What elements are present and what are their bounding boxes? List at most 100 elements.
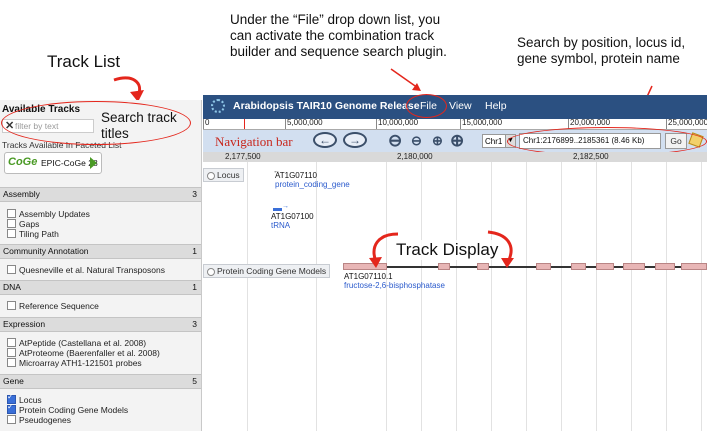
category-gene[interactable]: Gene 5 [0,374,201,389]
track-label-locus[interactable]: Locus [203,168,244,182]
trna-feature[interactable] [273,208,282,211]
checkbox[interactable] [7,358,16,367]
track-item-tiling-path[interactable]: Tiling Path [7,229,59,239]
gridline [491,162,492,431]
category-count: 5 [192,376,197,386]
menu-view[interactable]: View [449,100,472,112]
zoom-in-icon[interactable]: ⊕ [432,133,443,149]
coge-button[interactable]: CoGe EPIC-CoGe 28 [4,152,102,174]
checkbox[interactable] [7,338,16,347]
detail-tick-label: 2,177,500 [225,152,261,161]
checkbox[interactable] [7,219,16,228]
gene-model-exon[interactable] [438,263,450,270]
category-name: Assembly [3,189,40,199]
track-display-left-arrow [369,232,399,268]
track-item-protein-coding-gene-models[interactable]: Protein Coding Gene Models [7,402,128,415]
menu-help[interactable]: Help [485,100,507,112]
ruler-tick [666,119,667,129]
gridline [631,162,632,431]
track-item-microarray[interactable]: Microarray ATH1-121501 probes [7,358,142,368]
gridline [561,162,562,431]
feature-name[interactable]: AT1G07110.1 [344,272,393,281]
category-name: Expression [3,319,46,329]
detail-tick-label: 2,182,500 [573,152,609,161]
overview-tick-label: 10,000,000 [378,118,419,127]
category-count: 3 [192,319,197,329]
gene-model-exon[interactable] [596,263,614,270]
track-item-atproteome[interactable]: AtProteome (Baerenfaller et al. 2008) [7,348,160,358]
feature-description: tRNA [271,221,291,230]
gene-model-exon[interactable] [536,263,551,270]
gridline [666,162,667,431]
file-menu-highlight [406,94,447,118]
ruler-tick [203,119,204,129]
feature-description: protein_coding_gene [275,180,350,189]
category-count: 3 [192,189,197,199]
detail-tick-label: 2,180,000 [397,152,433,161]
track-display-annotation: Track Display [396,240,499,260]
gridline [526,162,527,431]
category-name: Gene [3,376,24,386]
track-item-gaps[interactable]: Gaps [7,219,39,229]
category-count: 1 [192,246,197,256]
checkbox[interactable] [7,209,16,218]
feature-name[interactable]: AT1G07110 [275,171,317,180]
file-menu-annotation: Under the “File” drop down list, you can… [230,12,447,59]
gene-model-exon[interactable] [623,263,645,270]
track-list-panel: Available Tracks ✕ filter by text Tracks… [0,100,202,431]
zoom-in-big-icon[interactable]: ⊕ [450,131,464,151]
category-count: 1 [192,282,197,292]
track-label-protein-coding[interactable]: Protein Coding Gene Models [203,264,331,278]
track-item-atpeptide[interactable]: AtPeptide (Castellana et al. 2008) [7,338,146,348]
category-name: Community Annotation [3,246,89,256]
file-menu-arrow [390,68,421,91]
zoom-out-icon[interactable]: ⊖ [411,133,422,149]
jbrowse-logo-icon [211,99,225,113]
track-item-pseudogenes[interactable]: Pseudogenes [7,415,71,425]
track-item-transposons[interactable]: Quesneville et al. Natural Transposons [7,265,165,275]
ruler-tick [285,119,286,129]
pan-right-button[interactable]: → [343,132,367,148]
track-display-right-arrow [487,230,514,268]
category-community-annotation[interactable]: Community Annotation 1 [0,244,201,259]
overview-tick-label: 25,000,000 [668,118,707,127]
gridline [316,162,317,431]
feature-name[interactable]: AT1G07100 [271,212,314,221]
ruler-tick [460,119,461,129]
overview-tick-label: 20,000,000 [570,118,611,127]
gene-model-exon[interactable] [681,263,707,270]
checkbox[interactable] [7,415,16,424]
overview-tick-label: 5,000,000 [287,118,323,127]
gene-model-exon[interactable] [571,263,586,270]
category-dna[interactable]: DNA 1 [0,280,201,295]
track-display[interactable]: Locus ← AT1G07110 protein_coding_gene → … [203,162,707,431]
navigation-bar-annotation: Navigation bar [215,134,293,149]
checkbox[interactable] [7,348,16,357]
gridline [596,162,597,431]
gene-model-exon[interactable] [655,263,675,270]
category-assembly[interactable]: Assembly 3 [0,187,201,202]
gridline [456,162,457,431]
coge-logo: CoGe [8,156,38,168]
category-expression[interactable]: Expression 3 [0,317,201,332]
overview-position-marker[interactable] [244,119,245,129]
gridline [386,162,387,431]
checkbox[interactable] [7,265,16,274]
checkbox[interactable] [7,229,16,238]
zoom-out-big-icon[interactable]: ⊖ [388,131,402,151]
ruler-tick [376,119,377,129]
feature-description: fructose-2,6-bisphosphatase [344,281,445,290]
strand-arrow-icon: → [282,203,289,210]
menu-bar: Arabidopsis TAIR10 Genome Release File V… [203,95,707,119]
search-annotation: Search by position, locus id, gene symbo… [517,35,686,66]
overview-tick-label: 15,000,000 [462,118,503,127]
track-item-assembly-updates[interactable]: Assembly Updates [7,209,90,219]
checkbox[interactable] [7,301,16,310]
play-icon [90,157,97,169]
category-name: DNA [3,282,21,292]
search-track-titles-highlight [1,101,191,145]
checkbox-checked[interactable] [7,402,16,414]
chromosome-value: Chr1 [485,137,503,146]
track-item-reference-sequence[interactable]: Reference Sequence [7,301,99,311]
pan-left-button[interactable]: ← [313,132,337,148]
